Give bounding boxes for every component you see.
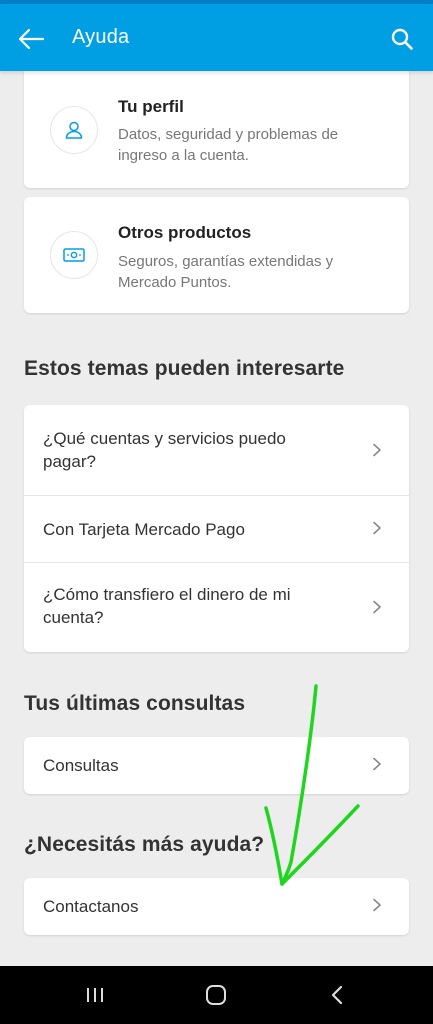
help-section-title: ¿Necesitás más ayuda?	[24, 833, 265, 856]
recent-apps-icon[interactable]	[83, 983, 107, 1007]
list-item-label: Consultas	[43, 756, 119, 775]
chevron-right-icon	[373, 443, 381, 457]
topics-list: ¿Qué cuentas y servicios puedo pagar? Co…	[24, 405, 409, 652]
list-item-label: ¿Qué cuentas y servicios puedo pagar?	[43, 429, 286, 471]
chevron-right-icon	[373, 521, 381, 535]
list-item[interactable]: Contactanos	[24, 878, 409, 935]
profile-card[interactable]: Tu perfil Datos, seguridad y problemas d…	[24, 71, 409, 188]
list-item-label: Con Tarjeta Mercado Pago	[43, 520, 245, 539]
back-nav-icon[interactable]	[325, 983, 349, 1007]
system-nav-bar	[0, 966, 433, 1024]
list-item[interactable]: ¿Cómo transfiero el dinero de mi cuenta?	[24, 563, 409, 652]
card-description: Datos, seguridad y problemas de ingreso …	[118, 126, 339, 164]
page-title: Ayuda	[72, 26, 130, 48]
card-title: Otros productos	[118, 223, 252, 242]
search-icon[interactable]	[385, 22, 419, 56]
list-item[interactable]: Consultas	[24, 737, 409, 794]
topics-section-title: Estos temas pueden interesarte	[24, 357, 345, 380]
list-item[interactable]: ¿Qué cuentas y servicios puedo pagar?	[24, 405, 409, 495]
recent-list: Consultas	[24, 737, 409, 794]
list-item-label: Contactanos	[43, 897, 139, 916]
help-list: Contactanos	[24, 878, 409, 935]
content-area: Tu perfil Datos, seguridad y problemas d…	[0, 71, 433, 966]
user-icon	[50, 106, 98, 154]
card-title: Tu perfil	[118, 97, 184, 116]
chevron-right-icon	[373, 898, 381, 912]
card-description: Seguros, garantías extendidas y Mercado …	[118, 253, 334, 291]
arrow-left-icon[interactable]	[14, 22, 48, 56]
other-products-card[interactable]: Otros productos Seguros, garantías exten…	[24, 197, 409, 313]
app-bar: Ayuda	[0, 4, 433, 71]
chevron-right-icon	[373, 757, 381, 771]
list-item-label: ¿Cómo transfiero el dinero de mi cuenta?	[43, 585, 291, 627]
list-item[interactable]: Con Tarjeta Mercado Pago	[24, 496, 409, 562]
home-icon[interactable]	[204, 983, 228, 1007]
recent-section-title: Tus últimas consultas	[24, 692, 246, 715]
chevron-right-icon	[373, 600, 381, 614]
ticket-icon	[50, 231, 98, 279]
